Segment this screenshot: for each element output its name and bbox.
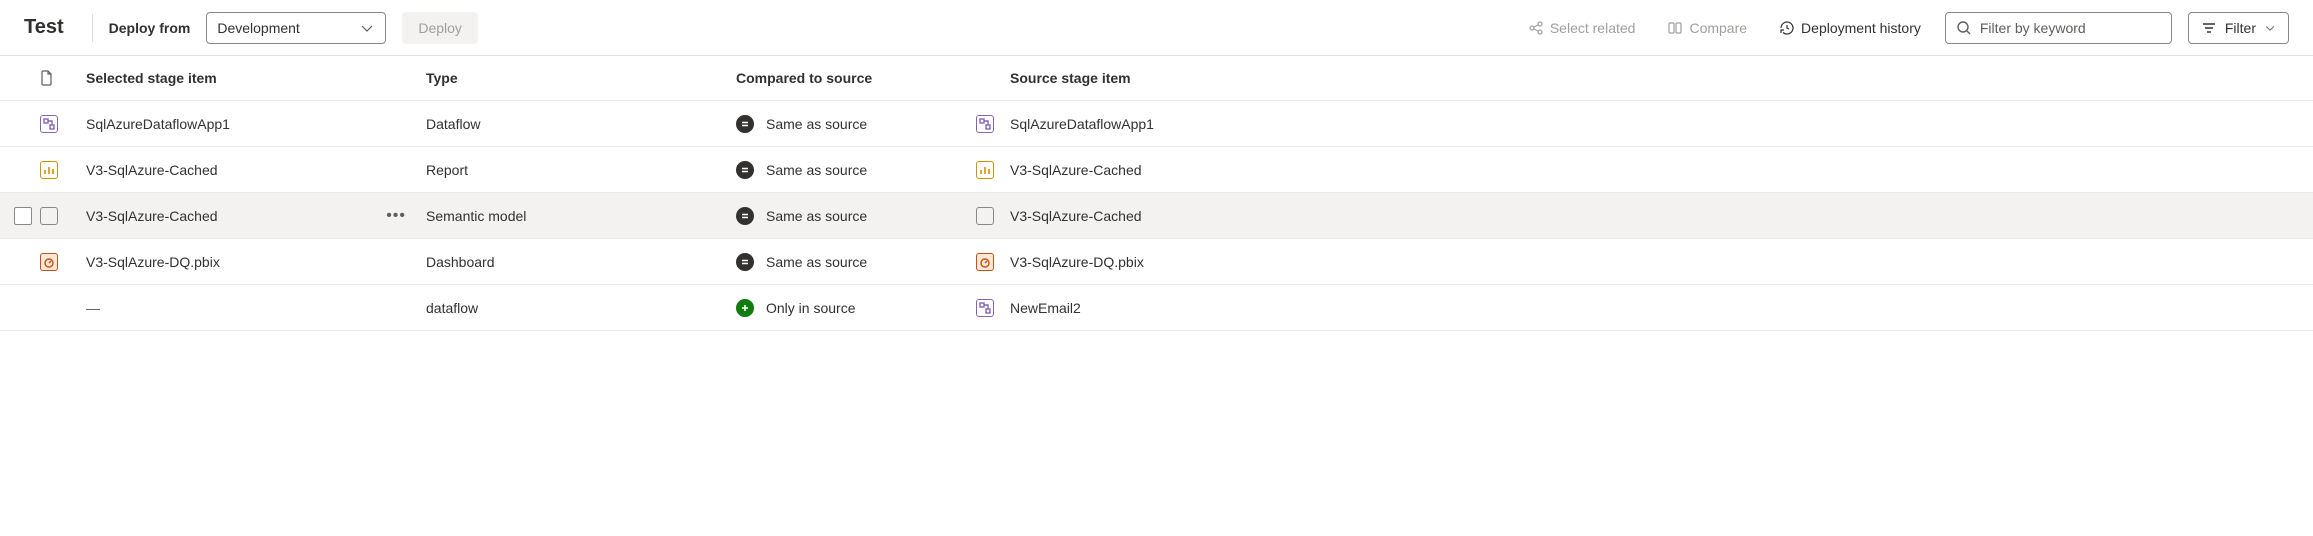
row-compared-cell: Same as source	[736, 115, 976, 133]
table-row[interactable]: — dataflow Only in source NewEmail2	[0, 285, 2313, 331]
row-compared-cell: Same as source	[736, 161, 976, 179]
report-icon	[40, 161, 58, 179]
items-table: Selected stage item Type Compared to sou…	[0, 56, 2313, 331]
search-input[interactable]	[1980, 20, 2161, 36]
row-source-icon-cell	[976, 299, 1010, 317]
row-type: Report	[426, 162, 736, 178]
chevron-down-icon	[2264, 22, 2276, 34]
table-row[interactable]: V3-SqlAzure-Cached Report Same as source V3…	[0, 147, 2313, 193]
row-compared-cell: Same as source	[736, 253, 976, 271]
row-source-name: V3-SqlAzure-Cached	[1010, 162, 2289, 178]
row-type: Dashboard	[426, 254, 736, 270]
row-name-cell: SqlAzureDataflowApp1	[86, 116, 426, 132]
equals-icon	[736, 207, 754, 225]
row-type: dataflow	[426, 300, 736, 316]
more-options-button[interactable]: •••	[386, 207, 406, 225]
row-type: Semantic model	[426, 208, 736, 224]
filter-icon	[2201, 20, 2217, 36]
search-input-wrap[interactable]	[1945, 12, 2172, 44]
row-source-icon-cell	[976, 253, 1010, 271]
row-name: V3-SqlAzure-Cached	[86, 208, 218, 224]
source-stage-value: Development	[217, 20, 300, 36]
filter-button[interactable]: Filter	[2188, 12, 2289, 44]
dataflow-icon	[976, 299, 994, 317]
row-name-cell: V3-SqlAzure-Cached	[86, 162, 426, 178]
header-compared[interactable]: Compared to source	[736, 70, 976, 86]
compare-label: Compare	[1689, 20, 1747, 36]
table-row[interactable]: V3-SqlAzure-DQ.pbix Dashboard Same as sour…	[0, 239, 2313, 285]
semantic-icon	[40, 207, 58, 225]
equals-icon	[736, 161, 754, 179]
divider	[92, 14, 93, 42]
row-name: —	[86, 300, 100, 316]
deploy-from-label: Deploy from	[109, 20, 191, 36]
select-related-label: Select related	[1550, 20, 1636, 36]
deployment-history-label: Deployment history	[1801, 20, 1921, 36]
filter-label: Filter	[2225, 20, 2256, 36]
row-icon-cell	[36, 115, 86, 133]
row-icon-cell	[36, 207, 86, 225]
select-related-button[interactable]: Select related	[1520, 14, 1644, 42]
dashboard-icon	[40, 253, 58, 271]
row-name: SqlAzureDataflowApp1	[86, 116, 230, 132]
row-icon-cell	[36, 253, 86, 271]
search-icon	[1956, 20, 1972, 36]
compare-icon	[1667, 20, 1683, 36]
share-icon	[1528, 20, 1544, 36]
row-checkbox[interactable]	[14, 207, 32, 225]
header-type[interactable]: Type	[426, 70, 736, 86]
row-source-icon-cell	[976, 161, 1010, 179]
table-row[interactable]: SqlAzureDataflowApp1 Dataflow Same as sour…	[0, 101, 2313, 147]
compare-button[interactable]: Compare	[1659, 14, 1755, 42]
row-status-label: Same as source	[766, 116, 867, 132]
row-source-name: V3-SqlAzure-Cached	[1010, 208, 2289, 224]
row-status-label: Only in source	[766, 300, 855, 316]
row-source-name: SqlAzureDataflowApp1	[1010, 116, 2289, 132]
row-status-label: Same as source	[766, 208, 867, 224]
row-icon-cell	[36, 161, 86, 179]
table-body: SqlAzureDataflowApp1 Dataflow Same as sour…	[0, 101, 2313, 331]
row-name: V3-SqlAzure-Cached	[86, 162, 218, 178]
equals-icon	[736, 253, 754, 271]
row-name: V3-SqlAzure-DQ.pbix	[86, 254, 220, 270]
row-status-label: Same as source	[766, 162, 867, 178]
table-header: Selected stage item Type Compared to sou…	[0, 56, 2313, 101]
row-source-name: NewEmail2	[1010, 300, 2289, 316]
header-icon-col	[36, 70, 86, 86]
deploy-button[interactable]: Deploy	[402, 12, 478, 44]
row-name-cell: —	[86, 300, 426, 316]
equals-icon	[736, 115, 754, 133]
header-source[interactable]: Source stage item	[1010, 70, 2289, 86]
row-name-cell: V3-SqlAzure-Cached •••	[86, 207, 426, 225]
page-title: Test	[24, 16, 64, 39]
dataflow-icon	[40, 115, 58, 133]
toolbar: Test Deploy from Development Deploy Sele…	[0, 0, 2313, 56]
row-source-name: V3-SqlAzure-DQ.pbix	[1010, 254, 2289, 270]
row-source-icon-cell	[976, 207, 1010, 225]
source-stage-select[interactable]: Development	[206, 12, 386, 44]
file-icon	[40, 70, 54, 86]
history-icon	[1779, 20, 1795, 36]
report-icon	[976, 161, 994, 179]
row-source-icon-cell	[976, 115, 1010, 133]
row-checkbox-cell	[10, 207, 36, 225]
row-type: Dataflow	[426, 116, 736, 132]
chevron-down-icon	[359, 20, 375, 36]
row-status-label: Same as source	[766, 254, 867, 270]
row-compared-cell: Only in source	[736, 299, 976, 317]
header-name[interactable]: Selected stage item	[86, 70, 426, 86]
row-compared-cell: Same as source	[736, 207, 976, 225]
dataflow-icon	[976, 115, 994, 133]
row-name-cell: V3-SqlAzure-DQ.pbix	[86, 254, 426, 270]
table-row[interactable]: V3-SqlAzure-Cached ••• Semantic model Same …	[0, 193, 2313, 239]
plus-icon	[736, 299, 754, 317]
dashboard-icon	[976, 253, 994, 271]
deployment-history-button[interactable]: Deployment history	[1771, 14, 1929, 42]
semantic-icon	[976, 207, 994, 225]
